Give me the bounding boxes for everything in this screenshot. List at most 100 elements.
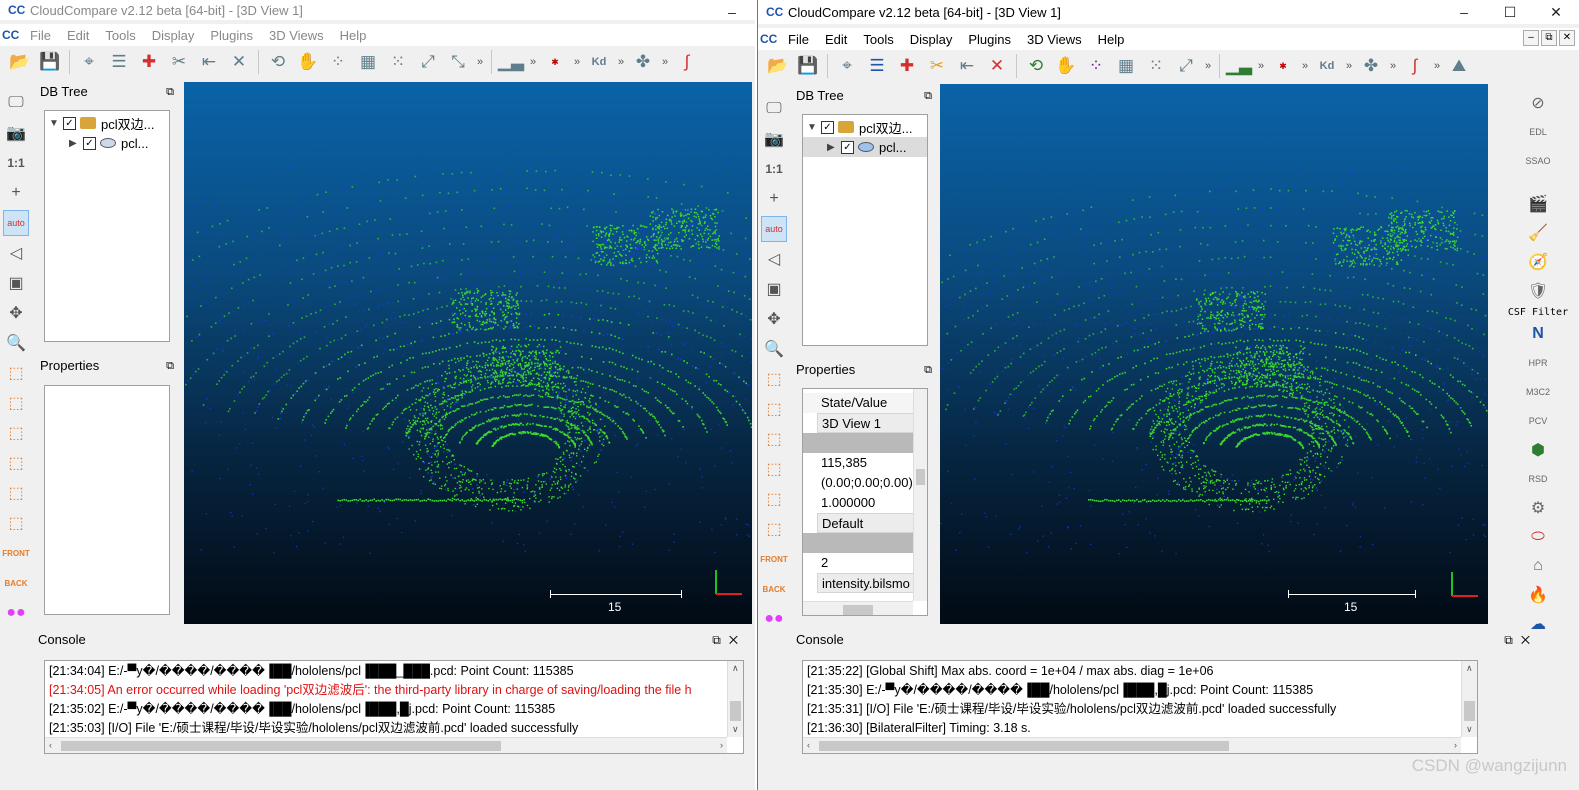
float-icon[interactable]: ⧉ [924,86,932,106]
close-button[interactable]: ✕ [1533,0,1579,24]
ellipse-icon[interactable]: ⬭ [1525,524,1551,550]
left-view-icon[interactable]: ⬚ [3,420,29,446]
plugin-icon[interactable]: ⛰ [1445,53,1473,79]
tree-item-folder[interactable]: ▼ ✓ pcl双边... [45,113,169,133]
menu-display[interactable]: Display [902,32,961,47]
checkbox[interactable]: ✓ [63,116,76,130]
delete-icon[interactable]: ✕ [225,49,253,75]
mdi-close-button[interactable]: ✕ [1559,30,1575,46]
toolbar-overflow-icon[interactable]: » [1255,60,1267,72]
distance-icon[interactable]: ⤢ [414,49,442,75]
collapse-icon[interactable]: ▼ [49,118,63,129]
monitor-icon[interactable]: 🖵 [3,90,29,116]
align-icon[interactable]: ⇤ [953,53,981,79]
auto-pivot-icon[interactable]: auto [3,210,29,236]
vertical-scrollbar[interactable]: ∧ ∨ [727,661,743,737]
noise-filter-icon[interactable]: ⁙ [384,49,412,75]
csf-filter-label[interactable]: CSF Filter [1508,307,1568,318]
back-cube-icon[interactable]: BACK [761,576,787,602]
open-icon[interactable]: 📂 [764,53,792,79]
registration-icon[interactable]: ⤡ [444,49,472,75]
zoom-icon[interactable]: 🔍 [761,336,787,362]
pivot-icon[interactable]: + [761,186,787,212]
delete-icon[interactable]: ✕ [983,53,1011,79]
toolbar-overflow-icon[interactable]: » [474,56,486,68]
horizontal-scrollbar[interactable]: ‹ › [803,737,1461,753]
front-view-icon[interactable]: ⬚ [761,396,787,422]
list-icon[interactable]: ☰ [863,53,891,79]
menu-file[interactable]: File [780,32,817,47]
ssao-icon[interactable]: SSAO [1525,148,1551,174]
curve-icon[interactable]: ∫ [1401,53,1429,79]
vertical-scrollbar[interactable]: ∧ ∨ [1461,661,1477,737]
fire-icon[interactable]: 🔥 [1525,582,1551,608]
menu-tools[interactable]: Tools [97,28,143,43]
broom-icon[interactable]: 🧹 [1525,220,1551,246]
zoom-icon[interactable]: 🔍 [3,330,29,356]
mdi-restore-button[interactable]: ⧉ [1541,30,1557,46]
front-view-icon[interactable]: ⬚ [3,390,29,416]
console-controls[interactable]: ⧉✕ [712,630,746,650]
canupo-icon[interactable]: ✱ [1269,53,1297,79]
iso-view-icon[interactable]: ⬚ [761,516,787,542]
property-value[interactable]: 3D View 1 [817,413,927,433]
gear-icon[interactable]: ⚙ [1525,495,1551,521]
noise-filter-icon[interactable]: ⁙ [1142,53,1170,79]
console-controls[interactable]: ⧉✕ [1504,630,1538,650]
toolbar-overflow-icon[interactable]: » [1343,60,1355,72]
menu-plugins[interactable]: Plugins [202,28,261,43]
float-icon[interactable]: ⧉ [924,360,932,380]
front-cube-icon[interactable]: FRONT [2,540,30,566]
camera-icon[interactable]: 📷 [3,120,29,146]
rsd-icon[interactable]: RSD [1525,466,1551,492]
top-view-icon[interactable]: ⬚ [3,360,29,386]
merge-icon[interactable]: ⟲ [264,49,292,75]
shield-icon[interactable]: 🛡 [1525,278,1551,304]
toolbar-overflow-icon[interactable]: » [1431,60,1443,72]
menu-3d-views[interactable]: 3D Views [1019,32,1090,47]
point-picking-icon[interactable]: ⌖ [75,49,103,75]
plugin-icon[interactable]: ✤ [629,49,657,75]
toolbar-overflow-icon[interactable]: » [1299,60,1311,72]
histogram-icon[interactable]: ▁▃ [497,49,525,75]
right-view-icon[interactable]: ⬚ [3,450,29,476]
perspective-icon[interactable]: ◁ [3,240,29,266]
auto-pivot-icon[interactable]: auto [761,216,787,242]
horizontal-scrollbar[interactable] [803,601,913,615]
animation-icon[interactable]: 🎬 [1525,191,1551,217]
camera-icon[interactable]: 📷 [761,126,787,152]
subsample-icon[interactable]: ▦ [354,49,382,75]
translate-rotate-icon[interactable]: ✚ [893,53,921,79]
tree-item-cloud[interactable]: ▶ ✓ pcl... [45,133,169,153]
3d-view[interactable]: 15 [184,82,752,624]
compass-icon[interactable]: 🧭 [1525,249,1551,275]
m3c2-icon[interactable]: M3C2 [1525,379,1551,405]
monitor-icon[interactable]: 🖵 [761,96,787,122]
normal-icon[interactable]: N [1525,321,1551,347]
poisson-icon[interactable]: ⬢ [1525,437,1551,463]
move-icon[interactable]: ✥ [3,300,29,326]
float-icon[interactable]: ⧉ [166,356,174,376]
expand-icon[interactable]: ▶ [827,142,841,153]
hpr-icon[interactable]: HPR [1525,350,1551,376]
segment-icon[interactable]: ✂ [923,53,951,79]
histogram-icon[interactable]: ▁▃ [1225,53,1253,79]
float-icon[interactable]: ⧉ [166,82,174,102]
menu-plugins[interactable]: Plugins [960,32,1019,47]
mdi-minimize-button[interactable]: – [1523,30,1539,46]
tree-item-cloud[interactable]: ▶ ✓ pcl... [803,137,927,157]
3d-view[interactable]: 15 [940,84,1488,624]
checkbox[interactable]: ✓ [83,136,96,150]
right-view-icon[interactable]: ⬚ [761,456,787,482]
merge-icon[interactable]: ⟲ [1022,53,1050,79]
menu-edit[interactable]: Edit [817,32,855,47]
bottom-view-icon[interactable]: ⬚ [761,486,787,512]
front-cube-icon[interactable]: FRONT [760,546,788,572]
hand-icon[interactable]: ✋ [294,49,322,75]
minimize-button[interactable]: – [709,0,755,24]
kdtree-icon[interactable]: Kd [585,49,613,75]
bottom-view-icon[interactable]: ⬚ [3,480,29,506]
toolbar-overflow-icon[interactable]: » [1202,60,1214,72]
canupo-icon[interactable]: ✱ [541,49,569,75]
perspective-icon[interactable]: ◁ [761,246,787,272]
